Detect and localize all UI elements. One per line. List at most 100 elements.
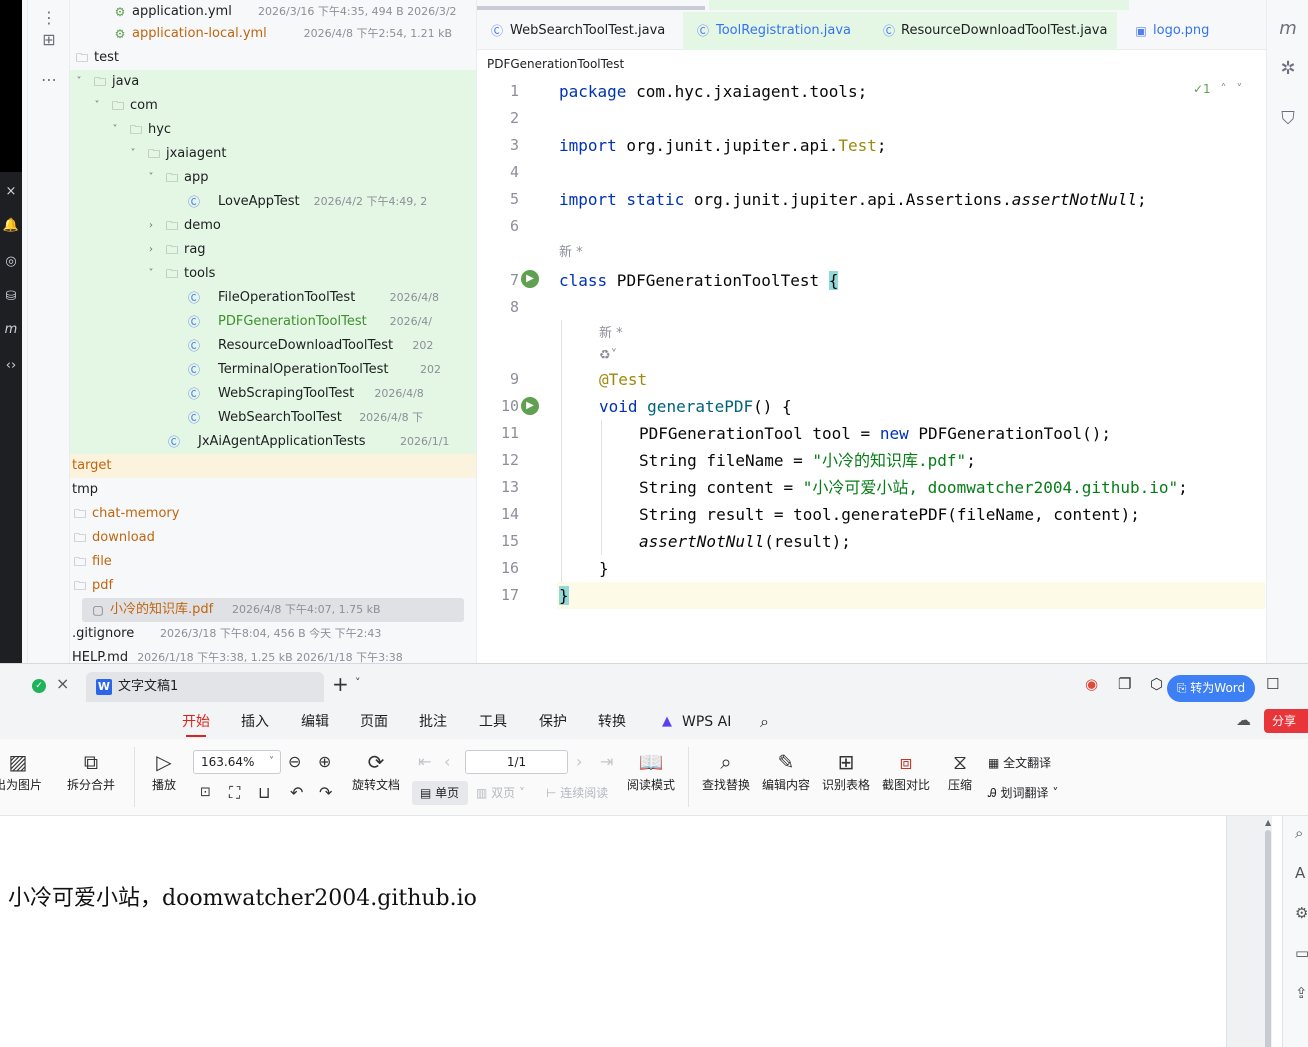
code-line-14[interactable]: String result = tool.generatePDF(fileNam… bbox=[639, 501, 1140, 528]
document-page[interactable]: 小冷可爱小站，doomwatcher2004.github.io bbox=[0, 816, 1226, 1047]
tree-item[interactable]: Ⓒ TerminalOperationToolTest 202 bbox=[70, 358, 476, 382]
chevron-down-icon[interactable]: ˅ bbox=[108, 118, 122, 142]
tree-item[interactable]: ˅ 🗀 tools bbox=[70, 262, 476, 286]
tree-item[interactable]: ˅🗀tmp bbox=[70, 478, 476, 502]
single-page-button[interactable]: ▤ 单页 bbox=[412, 781, 468, 805]
tree-item[interactable]: ›🗀download bbox=[70, 526, 476, 550]
prev-page-icon[interactable]: ‹ bbox=[444, 750, 450, 774]
read-mode-button[interactable]: 📖 阅读模式 bbox=[624, 749, 678, 795]
document-text[interactable]: 小冷可爱小站，doomwatcher2004.github.io bbox=[8, 880, 477, 912]
wps-ai-color-icon[interactable]: ◉ bbox=[1085, 675, 1098, 693]
tree-item[interactable]: ⚙ application-local.yml 2026/4/8 下午2:54, 1… bbox=[70, 22, 476, 46]
inlay-hint-new[interactable]: 新 * bbox=[559, 242, 583, 264]
full-translate-button[interactable]: ▦ 全文翻译 bbox=[988, 751, 1051, 775]
recognize-table-button[interactable]: ⊞ 识别表格 bbox=[820, 749, 872, 795]
fit-width-icon[interactable]: ⊔ bbox=[258, 781, 270, 805]
scrollbar-thumb[interactable] bbox=[1265, 830, 1271, 1047]
find-replace-button[interactable]: ⌕ 查找替换 bbox=[700, 749, 752, 795]
code-icon[interactable]: ‹› bbox=[0, 358, 22, 373]
menu-page[interactable]: 页面 bbox=[360, 705, 388, 739]
shield-icon[interactable]: ⛉ bbox=[1267, 108, 1308, 129]
actual-size-icon[interactable]: ⊡ bbox=[200, 781, 211, 805]
code-line-7[interactable]: class PDFGenerationToolTest { bbox=[559, 267, 839, 294]
tree-item[interactable]: ˅🗀test bbox=[70, 46, 476, 70]
code-line-10[interactable]: void generatePDF() { bbox=[599, 393, 792, 420]
run-class-icon[interactable]: ▶ bbox=[521, 270, 539, 288]
tree-item[interactable]: Ⓒ FileOperationToolTest 2026/4/8 bbox=[70, 286, 476, 310]
breadcrumb[interactable]: PDFGenerationToolTest bbox=[487, 54, 624, 74]
chevron-up-icon[interactable]: ˄ bbox=[1221, 82, 1227, 96]
more-icon[interactable]: ⋯ bbox=[28, 70, 70, 89]
menu-insert[interactable]: 插入 bbox=[241, 705, 269, 739]
tree-item[interactable]: ⊘.gitignore2026/3/18 下午8:04, 456 B 今天 下午… bbox=[70, 622, 476, 646]
last-page-icon[interactable]: ⇥ bbox=[600, 750, 613, 774]
layout-icon[interactable]: ▭ bbox=[1295, 944, 1308, 962]
tab-resourcedownloadtooltest[interactable]: Ⓒ ResourceDownloadToolTest.java bbox=[869, 12, 1117, 50]
menu-comment[interactable]: 批注 bbox=[419, 705, 447, 739]
window-tile-icon[interactable]: ❐ bbox=[1118, 675, 1131, 693]
tree-item[interactable]: › 🗀 rag bbox=[70, 238, 476, 262]
text-icon[interactable]: A bbox=[1295, 864, 1305, 882]
code-line-15[interactable]: assertNotNull(result); bbox=[639, 528, 851, 555]
chevron-down-icon[interactable]: ˅ bbox=[72, 70, 86, 94]
chevron-down-icon[interactable]: ˅ bbox=[355, 676, 361, 689]
first-page-icon[interactable]: ⇤ bbox=[418, 750, 431, 774]
tree-item[interactable]: Ⓒ LoveAppTest 2026/4/2 下午4:49, 2 bbox=[70, 190, 476, 214]
ai-hint-icon[interactable]: ♻˅ bbox=[599, 345, 617, 367]
menu-convert[interactable]: 转换 bbox=[598, 705, 626, 739]
code-line-1[interactable]: package com.hyc.jxaiagent.tools; bbox=[559, 78, 867, 105]
run-test-icon[interactable]: ▶ bbox=[521, 397, 539, 415]
tree-item[interactable]: Ⓒ WebSearchToolTest 2026/4/8 下 bbox=[70, 406, 476, 430]
tree-item[interactable]: Ⓒ WebScrapingToolTest 2026/4/8 bbox=[70, 382, 476, 406]
chevron-down-icon[interactable]: ˅ bbox=[90, 94, 104, 118]
tree-item[interactable]: ˅ 🗀 com bbox=[70, 94, 476, 118]
tree-item[interactable]: Ⓒ ResourceDownloadToolTest 202 bbox=[70, 334, 476, 358]
code-line-16[interactable]: } bbox=[599, 555, 609, 582]
share-icon[interactable]: ⇪ bbox=[1295, 984, 1308, 1002]
menu-start[interactable]: 开始 bbox=[182, 705, 210, 739]
tree-item[interactable]: Ⓒ PDFGenerationToolTest 2026/4/ bbox=[70, 310, 476, 334]
code-line-13[interactable]: String content = "小冷可爱小站, doomwatcher200… bbox=[639, 474, 1188, 501]
code-line-9[interactable]: @Test bbox=[599, 366, 647, 393]
zoom-in-icon[interactable]: ⊕ bbox=[318, 750, 331, 774]
screenshot-compare-button[interactable]: ⧈ 截图对比 bbox=[880, 749, 932, 795]
code-line-3[interactable]: import org.junit.jupiter.api.Test; bbox=[559, 132, 887, 159]
close-tab-icon[interactable]: × bbox=[56, 674, 69, 693]
rotate-document-button[interactable]: ⟳ 旋转文档 bbox=[346, 749, 406, 795]
tab-websearchtooltest[interactable]: Ⓒ WebSearchToolTest.java bbox=[477, 12, 683, 50]
tree-item[interactable]: ˅ 🗀 jxaiagent bbox=[70, 142, 476, 166]
tree-item[interactable]: ›🗀file bbox=[70, 550, 476, 574]
tree-item[interactable]: ˅ 🗀 java bbox=[70, 70, 476, 94]
convert-to-word-button[interactable]: ⎘ 转为Word bbox=[1167, 675, 1255, 702]
tree-item[interactable]: ▢ 小冷的知识库.pdf 2026/4/8 下午4:07, 1.75 kB bbox=[82, 598, 464, 622]
tree-item[interactable]: ⚙ application.yml 2026/3/16 下午4:35, 494 B … bbox=[70, 0, 476, 24]
tree-item[interactable]: ˅ 🗀 hyc bbox=[70, 118, 476, 142]
document-tab[interactable]: W 文字文稿1 bbox=[86, 672, 324, 702]
settings-icon[interactable]: ⚙ bbox=[1295, 904, 1308, 922]
tree-item[interactable]: ›🗀target bbox=[70, 454, 476, 478]
page-number-input[interactable]: 1/1 bbox=[465, 750, 568, 774]
cube-icon[interactable]: ⬡ bbox=[1150, 675, 1163, 693]
share-button[interactable]: 分享 bbox=[1264, 709, 1308, 733]
code-line-5[interactable]: import static org.junit.jupiter.api.Asse… bbox=[559, 186, 1147, 213]
m-plugin-icon[interactable]: m bbox=[1267, 18, 1308, 39]
maximize-icon[interactable]: ☐ bbox=[1266, 675, 1279, 693]
menu-tools[interactable]: 工具 bbox=[479, 705, 507, 739]
ai-assistant-icon[interactable]: ✲ bbox=[1267, 58, 1308, 79]
continuous-read-button[interactable]: ⊢ 连续阅读 bbox=[546, 781, 608, 805]
chevron-down-icon[interactable]: ˅ bbox=[1236, 82, 1242, 96]
bell-icon[interactable]: 🔔 bbox=[0, 218, 22, 233]
next-page-icon[interactable]: › bbox=[576, 750, 582, 774]
export-image-button[interactable]: ▨ 出为图片 bbox=[0, 749, 42, 795]
menu-edit[interactable]: 编辑 bbox=[301, 705, 329, 739]
word-translate-button[interactable]: Ꭿ 划词翻译 ˅ bbox=[988, 781, 1058, 805]
chevron-down-icon[interactable]: ˅ bbox=[144, 166, 158, 190]
tree-item[interactable]: ˅ 🗀 app bbox=[70, 166, 476, 190]
chevron-down-icon[interactable]: ˅ bbox=[126, 142, 140, 166]
tree-item[interactable]: ›🗀chat-memory bbox=[70, 502, 476, 526]
zoom-out-icon[interactable]: ⊖ bbox=[288, 750, 301, 774]
fit-page-icon[interactable]: ⛶ bbox=[229, 781, 240, 805]
close-icon[interactable]: × bbox=[0, 184, 22, 199]
tab-toolregistration[interactable]: Ⓒ ToolRegistration.java bbox=[683, 12, 869, 50]
split-merge-button[interactable]: ⧉ 拆分合并 bbox=[60, 749, 122, 795]
